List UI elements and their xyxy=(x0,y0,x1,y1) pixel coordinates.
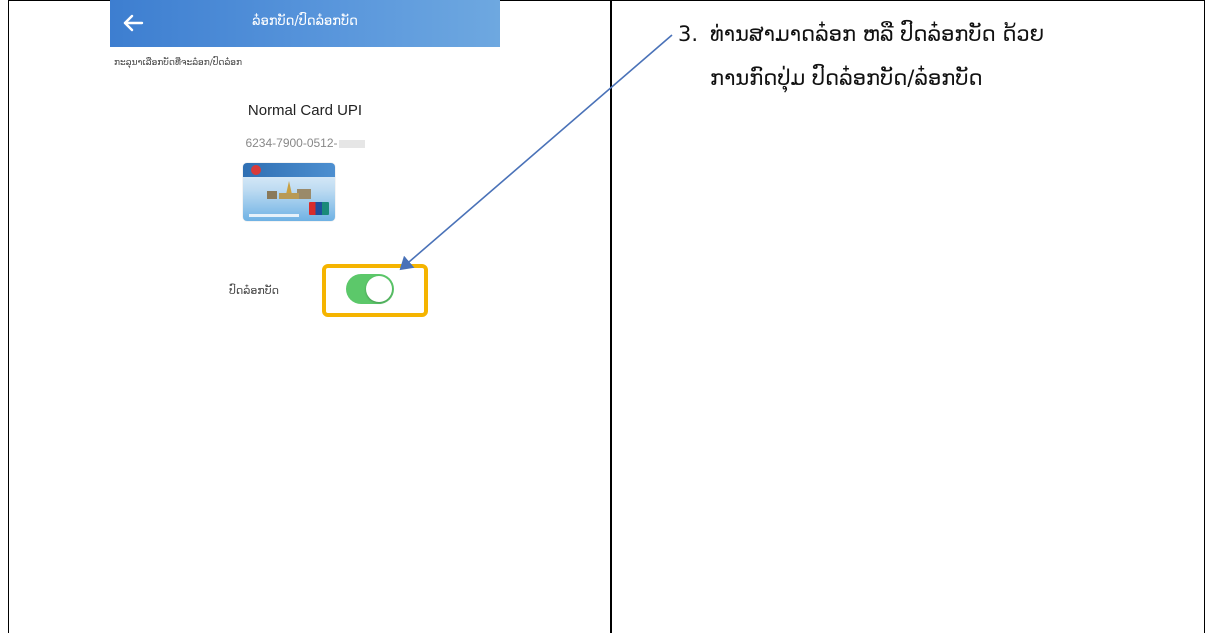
app-header: ລ໋ອກບັດ/ປົດລ໋ອກບັດ xyxy=(110,0,500,47)
document-page: ລ໋ອກບັດ/ປົດລ໋ອກບັດ ກະລຸນາເລືອກບັດທີ່ຈະລ໋… xyxy=(0,0,1208,633)
step-line-1: 3. ທ່ານສາມາດລ໋ອກ ຫລື ປົດລ໋ອກບັດ ດ້ວຍ xyxy=(678,12,1198,56)
step-number: 3. xyxy=(678,22,699,46)
unlock-card-label: ປົດລ໋ອກບັດ xyxy=(229,284,279,297)
step-instruction: 3. ທ່ານສາມາດລ໋ອກ ຫລື ປົດລ໋ອກບັດ ດ້ວຍ ການກ… xyxy=(678,12,1198,100)
step-text-line-1: ທ່ານສາມາດລ໋ອກ ຫລື ປົດລ໋ອກບັດ ດ້ວຍ xyxy=(710,22,1045,46)
masked-digits xyxy=(338,139,365,148)
card-name: Normal Card UPI xyxy=(247,102,363,119)
step-text-line-2: ການກົດປຸ່ມ ປົດລ໋ອກບັດ/ລ໋ອກບັດ xyxy=(710,66,983,90)
column-divider xyxy=(610,0,612,633)
select-card-instruction: ກະລຸນາເລືອກບັດທີ່ຈະລ໋ອກ/ປົດລ໋ອກ xyxy=(114,58,243,68)
card-number-text: 6234-7900-0512- xyxy=(245,136,338,150)
bank-logo-icon xyxy=(251,165,261,175)
toggle-highlight-box xyxy=(322,264,428,317)
temple-illustration xyxy=(267,181,311,199)
unionpay-logo-icon xyxy=(309,202,329,215)
card-number: 6234-7900-0512- xyxy=(110,136,500,150)
bank-card-image[interactable] xyxy=(243,163,335,221)
page-title: ລ໋ອກບັດ/ປົດລ໋ອກບັດ xyxy=(252,14,358,29)
card-text-strip xyxy=(249,214,299,217)
phone-screenshot: ລ໋ອກບັດ/ປົດລ໋ອກບັດ ກະລຸນາເລືອກບັດທີ່ຈະລ໋… xyxy=(110,0,500,633)
